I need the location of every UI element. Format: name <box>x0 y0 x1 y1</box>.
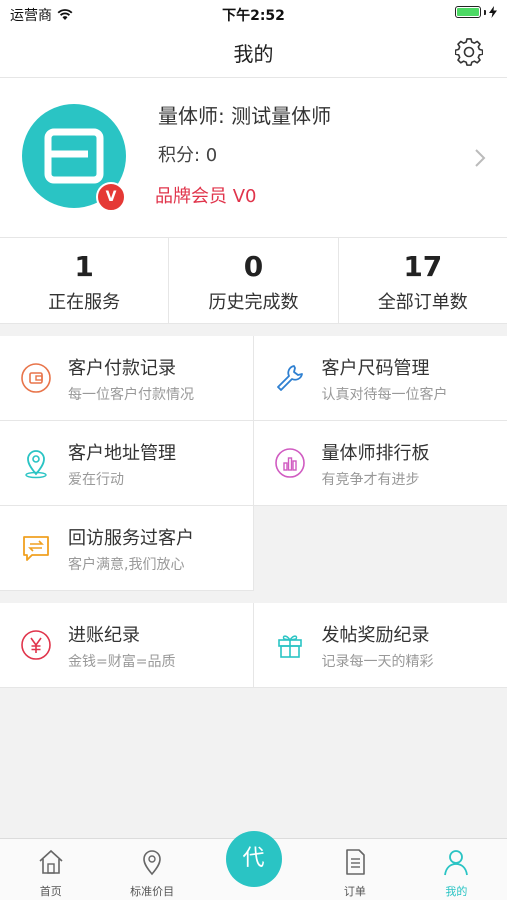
menu-empty-cell <box>254 506 507 591</box>
menu-item-address-management[interactable]: 客户地址管理 爱在行动 <box>0 421 254 506</box>
stat-label: 全部订单数 <box>377 292 468 313</box>
gift-icon <box>277 635 302 658</box>
battery-icon <box>455 6 497 18</box>
menu-item-leaderboard[interactable]: 量体师排行板 有竞争才有进步 <box>253 421 507 506</box>
menu-subtitle: 记录每一天的精彩 <box>321 654 434 670</box>
charging-icon <box>489 6 497 18</box>
location-pin-icon <box>25 450 47 479</box>
vip-badge: V <box>96 182 126 212</box>
tab-label: 标准价目 <box>130 885 175 898</box>
stat-value: 17 <box>403 250 443 283</box>
gear-icon[interactable] <box>455 38 483 66</box>
stats-row: 1 正在服务 0 历史完成数 17 全部订单数 <box>0 238 507 324</box>
menu-subtitle: 客户满意,我们放心 <box>68 557 185 573</box>
tab-mine[interactable]: 我的 <box>406 839 507 900</box>
tab-home[interactable]: 首页 <box>0 839 101 900</box>
menu-subtitle: 认真对待每一位客户 <box>321 387 448 403</box>
home-icon <box>39 849 63 874</box>
menu-subtitle: 金钱=财富=品质 <box>68 654 176 670</box>
menu-grid: 客户付款记录 每一位客户付款情况 客户尺码管理 认真对待每一位客户 客户地址管理… <box>0 336 507 591</box>
status-time: 下午2:52 <box>222 8 285 24</box>
chat-transfer-icon <box>23 536 49 561</box>
menu-title: 进账纪录 <box>68 625 140 646</box>
document-icon <box>346 849 365 875</box>
tab-bar: 首页 标准价目 代 订单 我的 <box>0 831 507 900</box>
menu-subtitle: 爱在行动 <box>68 472 124 488</box>
nav-bar: 我的 <box>0 26 507 78</box>
tab-label: 订单 <box>343 885 366 898</box>
wallet-icon <box>21 363 51 393</box>
menu-title: 回访服务过客户 <box>68 528 194 549</box>
stat-value: 0 <box>243 250 264 283</box>
menu-title: 客户付款记录 <box>68 358 176 379</box>
center-action-button[interactable]: 代 <box>225 831 282 887</box>
member-level: 品牌会员 V0 <box>155 186 257 207</box>
stat-value: 1 <box>74 250 94 283</box>
menu-item-size-management[interactable]: 客户尺码管理 认真对待每一位客户 <box>253 336 507 421</box>
menu-item-income-records[interactable]: 进账纪录 金钱=财富=品质 <box>0 603 254 688</box>
menu-subtitle: 每一位客户付款情况 <box>68 387 194 403</box>
menu-subtitle: 有竞争才有进步 <box>321 472 420 488</box>
chart-icon <box>274 448 305 478</box>
stat-history-completed[interactable]: 0 历史完成数 <box>169 238 339 323</box>
tab-orders[interactable]: 订单 <box>304 839 405 900</box>
profile-card[interactable]: V 量体师: 测试量体师 积分: 0 品牌会员 V0 <box>0 78 507 238</box>
yen-icon <box>21 630 51 660</box>
status-bar: 运营商 下午2:52 <box>0 0 507 26</box>
tab-standard-price[interactable]: 标准价目 <box>101 839 202 900</box>
stat-label: 正在服务 <box>48 292 121 313</box>
user-icon <box>444 850 469 876</box>
page-title: 我的 <box>233 42 274 66</box>
finance-grid: 进账纪录 金钱=财富=品质 发帖奖励纪录 记录每一天的精彩 <box>0 603 507 688</box>
location-pin-icon <box>143 850 161 876</box>
menu-title: 客户地址管理 <box>68 443 176 464</box>
tab-label: 我的 <box>445 885 468 898</box>
profile-name: 量体师: 测试量体师 <box>158 104 332 128</box>
wrench-icon <box>276 365 303 391</box>
stat-all-orders[interactable]: 17 全部订单数 <box>339 238 507 323</box>
chevron-right-icon <box>475 149 486 167</box>
menu-title: 客户尺码管理 <box>321 358 430 379</box>
tab-label: 首页 <box>39 885 62 898</box>
profile-points: 积分: 0 <box>158 145 218 166</box>
stat-in-service[interactable]: 1 正在服务 <box>0 238 170 323</box>
menu-item-revisit-customers[interactable]: 回访服务过客户 客户满意,我们放心 <box>0 506 254 591</box>
tab-center[interactable]: 代 <box>203 831 304 900</box>
menu-item-post-reward-records[interactable]: 发帖奖励纪录 记录每一天的精彩 <box>253 603 507 688</box>
menu-title: 量体师排行板 <box>321 443 430 464</box>
menu-title: 发帖奖励纪录 <box>321 625 430 646</box>
menu-item-payment-records[interactable]: 客户付款记录 每一位客户付款情况 <box>0 336 254 421</box>
stat-label: 历史完成数 <box>208 292 299 313</box>
